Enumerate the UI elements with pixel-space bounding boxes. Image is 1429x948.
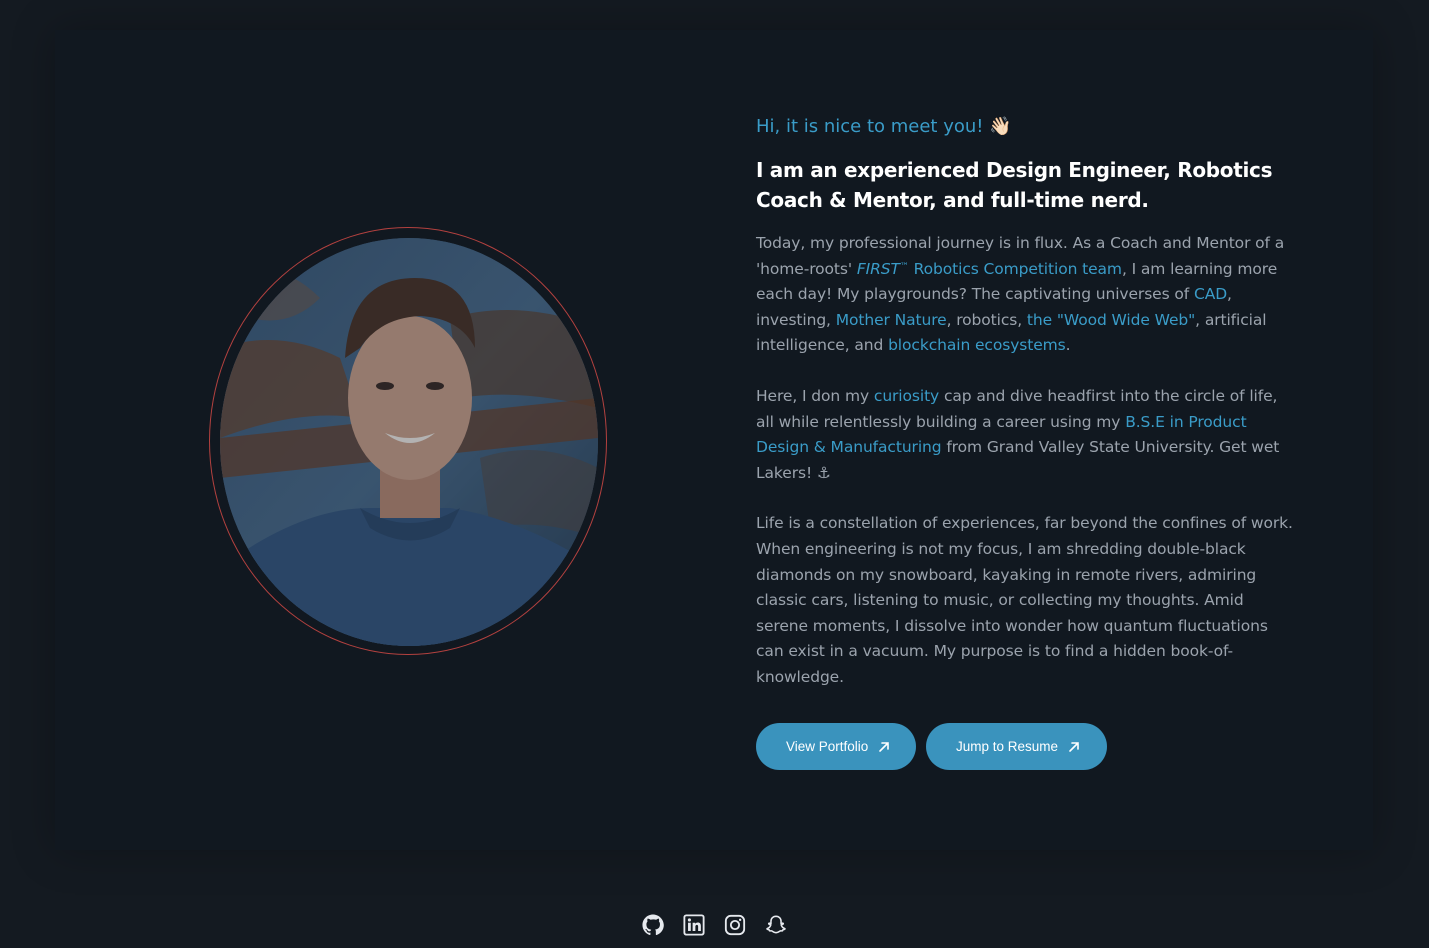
snapchat-icon[interactable] xyxy=(765,914,787,936)
greeting: Hi, it is nice to meet you! 👋🏻 xyxy=(756,113,1296,141)
wood-wide-web-link[interactable]: the "Wood Wide Web" xyxy=(1027,311,1195,329)
arrow-up-right-icon xyxy=(878,741,890,753)
cta-buttons: View Portfolio Jump to Resume xyxy=(756,723,1107,770)
profile-photo xyxy=(220,238,598,646)
team-link-text: Robotics Competition team xyxy=(908,259,1122,278)
first-label: FIRST xyxy=(856,259,900,278)
intro-paragraph-3: Life is a constellation of experiences, … xyxy=(756,514,1293,686)
mother-nature-link[interactable]: Mother Nature xyxy=(836,311,947,329)
instagram-icon[interactable] xyxy=(724,914,746,936)
intro-section: Hi, it is nice to meet you! 👋🏻 I am an e… xyxy=(756,113,1296,691)
paragraph-text: Here, I don my xyxy=(756,386,874,405)
intro-paragraph-1: Today, my professional journey is in flu… xyxy=(756,231,1296,359)
linkedin-icon[interactable] xyxy=(683,914,705,936)
curiosity-link[interactable]: curiosity xyxy=(874,387,939,405)
headline: I am an experienced Design Engineer, Rob… xyxy=(756,158,1273,212)
blockchain-link[interactable]: blockchain ecosystems xyxy=(888,336,1066,354)
view-portfolio-button[interactable]: View Portfolio xyxy=(756,723,916,770)
jump-to-resume-button[interactable]: Jump to Resume xyxy=(926,723,1107,770)
button-label: Jump to Resume xyxy=(956,739,1059,754)
cad-link[interactable]: CAD xyxy=(1194,285,1227,303)
arrow-up-right-icon xyxy=(1068,741,1080,753)
github-icon[interactable] xyxy=(642,914,664,936)
greeting-text: Hi, it is nice to meet you! xyxy=(756,116,984,137)
button-label: View Portfolio xyxy=(786,739,869,754)
waving-hand-icon: 👋🏻 xyxy=(989,116,1012,137)
trademark-symbol: ™ xyxy=(899,261,909,272)
paragraph-text: . xyxy=(1065,336,1071,355)
first-robotics-link[interactable]: FIRST™ Robotics Competition team xyxy=(857,260,1122,278)
social-links xyxy=(642,914,787,936)
intro-paragraph-2: Here, I don my curiosity cap and dive he… xyxy=(756,384,1296,486)
paragraph-text: , robotics, xyxy=(946,310,1027,329)
